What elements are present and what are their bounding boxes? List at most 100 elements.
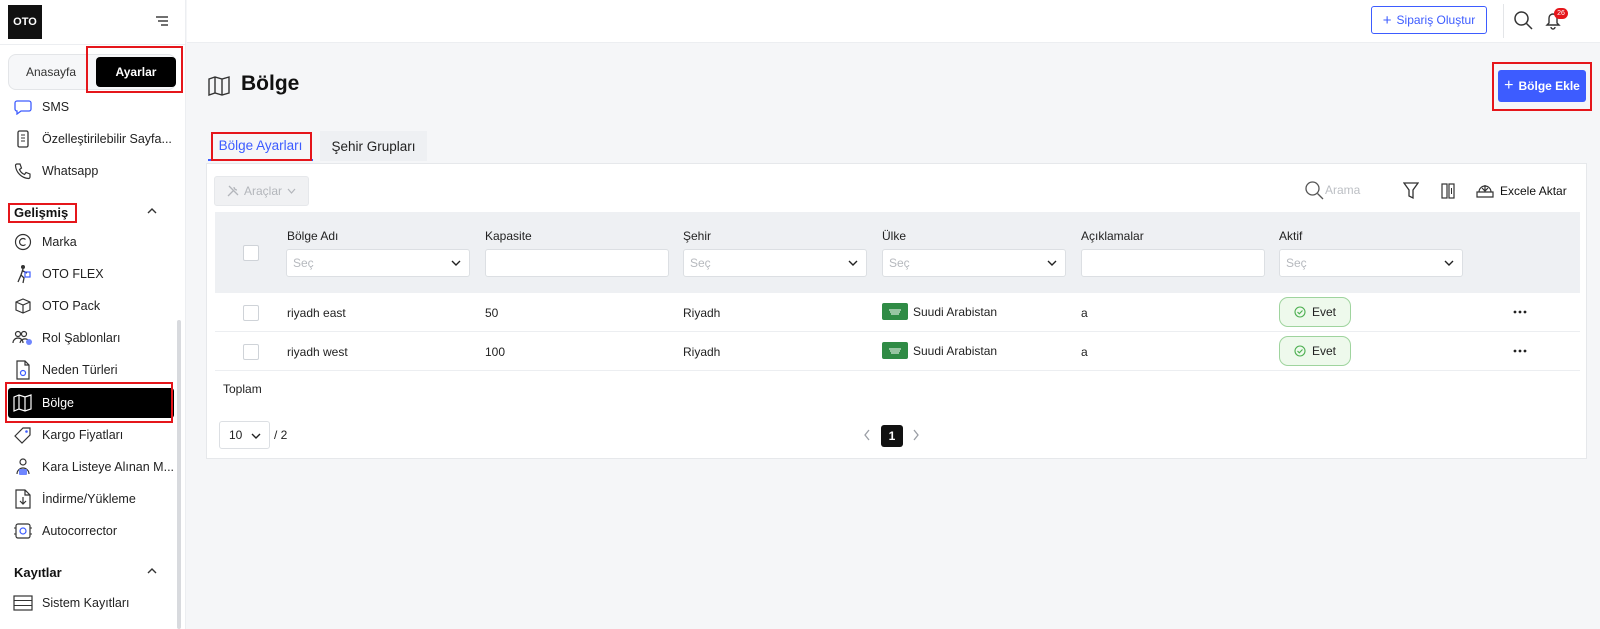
sidebar-item-system-logs[interactable]: Sistem Kayıtları (8, 588, 174, 618)
sidebar-item-download-upload[interactable]: İndirme/Yükleme (8, 484, 174, 514)
country-name: Suudi Arabistan (913, 343, 998, 358)
app-logo[interactable]: OTO (8, 5, 42, 39)
more-options-icon[interactable] (1512, 348, 1528, 354)
package-icon (12, 296, 34, 316)
status-label: Evet (1311, 344, 1336, 358)
sidebar-item-blacklist[interactable]: Kara Listeye Alınan M... (8, 452, 174, 482)
capacity-filter-input[interactable] (485, 249, 669, 277)
table-total-label: Toplam (223, 382, 262, 396)
active-filter-select[interactable]: Seç (1279, 249, 1463, 277)
tab-region-settings[interactable]: Bölge Ayarları (208, 131, 313, 161)
search-icon[interactable] (1304, 180, 1324, 200)
sidebar-item-role-templates[interactable]: Rol Şablonları (8, 323, 174, 353)
column-header-country[interactable]: Ülke (882, 229, 906, 243)
saudi-flag-icon (882, 342, 908, 359)
region-name-filter-select[interactable]: Seç (286, 249, 470, 277)
download-upload-icon (12, 489, 34, 509)
table-search-input[interactable] (1325, 179, 1385, 201)
search-icon[interactable] (1513, 10, 1533, 30)
settings-switch-button[interactable]: Ayarlar (96, 57, 176, 87)
tools-button[interactable]: Araçlar (214, 176, 309, 206)
sidebar-item-label: Rol Şablonları (42, 331, 121, 345)
page-size-value: 10 (229, 428, 243, 442)
row-checkbox[interactable] (243, 344, 259, 360)
sidebar-item-label: Bölge (42, 396, 74, 410)
export-label: Excele Aktar (1500, 184, 1567, 198)
page-size-select[interactable]: 10 (219, 421, 270, 449)
cell-region-name: riyadh east (287, 306, 346, 320)
row-checkbox[interactable] (243, 305, 259, 321)
chevron-up-icon[interactable] (146, 565, 158, 577)
sidebar-item-sms[interactable]: SMS (8, 92, 174, 122)
description-filter-input[interactable] (1081, 249, 1265, 277)
sidebar-item-shipping-prices[interactable]: Kargo Fiyatları (8, 420, 174, 450)
cell-description: a (1081, 345, 1088, 359)
sidebar-item-label: Whatsapp (42, 164, 99, 178)
chevron-up-icon[interactable] (146, 205, 158, 217)
sidebar-item-label: Kargo Fiyatları (42, 428, 124, 442)
cell-city: Riyadh (683, 345, 721, 359)
sidebar-item-label: Neden Türleri (42, 363, 118, 377)
blacklist-icon (12, 457, 34, 477)
cell-country: Suudi Arabistan (882, 342, 997, 359)
section-advanced-title[interactable]: Gelişmiş (14, 205, 68, 220)
select-all-checkbox[interactable] (243, 245, 259, 261)
tab-city-groups[interactable]: Şehir Grupları (320, 131, 427, 161)
mode-switch: Anasayfa Ayarlar (8, 54, 176, 90)
autocorrect-icon (12, 521, 34, 541)
status-label: Evet (1311, 305, 1336, 319)
users-icon (12, 328, 34, 348)
chevron-down-icon (1444, 260, 1454, 266)
status-badge: Evet (1279, 297, 1351, 327)
filter-placeholder: Seç (889, 256, 910, 270)
sidebar-scrollbar[interactable] (177, 320, 181, 629)
notification-badge: 26 (1554, 8, 1568, 19)
sidebar-item-oto-flex[interactable]: OTO FLEX (8, 259, 174, 289)
cell-region-name: riyadh west (287, 345, 348, 359)
column-header-description[interactable]: Açıklamalar (1081, 229, 1144, 243)
cell-country: Suudi Arabistan (882, 303, 997, 320)
chevron-left-icon[interactable] (862, 428, 872, 442)
column-settings-icon[interactable] (1441, 182, 1455, 200)
column-header-capacity[interactable]: Kapasite (485, 229, 532, 243)
sidebar-item-whatsapp[interactable]: Whatsapp (8, 156, 174, 186)
create-order-label: Sipariş Oluştur (1396, 13, 1476, 27)
page-title: Bölge (241, 72, 300, 95)
chevron-right-icon[interactable] (911, 428, 921, 442)
add-region-button[interactable]: + Bölge Ekle (1498, 70, 1586, 102)
sidebar-item-custom-page[interactable]: Özelleştirilebilir Sayfa... (8, 124, 174, 154)
tools-label: Araçlar (243, 184, 282, 198)
column-header-city[interactable]: Şehir (683, 229, 711, 243)
chevron-down-icon (848, 260, 858, 266)
chevron-down-icon (1047, 260, 1057, 266)
column-header-active[interactable]: Aktif (1279, 229, 1302, 243)
filter-placeholder: Seç (293, 256, 314, 270)
document-icon (12, 360, 34, 380)
topbar-separator (1503, 4, 1504, 38)
country-filter-select[interactable]: Seç (882, 249, 1066, 277)
price-tag-icon (12, 425, 34, 445)
menu-collapse-icon[interactable] (155, 14, 169, 28)
city-filter-select[interactable]: Seç (683, 249, 867, 277)
sidebar-item-reason-types[interactable]: Neden Türleri (8, 355, 174, 385)
sidebar-item-autocorrector[interactable]: Autocorrector (8, 516, 174, 546)
sidebar-item-label: Marka (42, 235, 77, 249)
export-icon (1476, 185, 1494, 198)
sidebar-item-label: OTO FLEX (42, 267, 104, 281)
sidebar-item-oto-pack[interactable]: OTO Pack (8, 291, 174, 321)
export-excel-button[interactable]: Excele Aktar (1476, 180, 1567, 202)
column-header-region-name[interactable]: Bölge Adı (287, 229, 338, 243)
sidebar-item-label: İndirme/Yükleme (42, 492, 136, 506)
sidebar-item-label: Kara Listeye Alınan M... (42, 460, 174, 474)
create-order-button[interactable]: + Sipariş Oluştur (1371, 6, 1487, 34)
filter-icon[interactable] (1403, 182, 1419, 200)
sidebar-item-brand[interactable]: Marka (8, 227, 174, 257)
home-switch-button[interactable]: Anasayfa (9, 55, 93, 89)
sidebar-item-region[interactable]: Bölge (8, 388, 174, 418)
copyright-icon (12, 232, 34, 252)
sidebar-item-label: Özelleştirilebilir Sayfa... (42, 132, 172, 146)
more-options-icon[interactable] (1512, 309, 1528, 315)
sidebar-item-label: Sistem Kayıtları (42, 596, 130, 610)
page-number-button[interactable]: 1 (881, 425, 903, 447)
section-logs-title[interactable]: Kayıtlar (14, 565, 62, 580)
